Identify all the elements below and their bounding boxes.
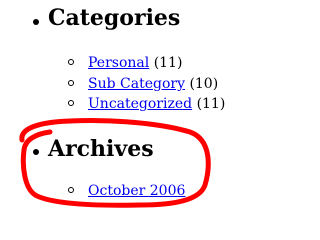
circle-bullet-icon: [68, 80, 74, 86]
category-link-personal[interactable]: Personal: [88, 55, 149, 71]
archive-link-october-2006[interactable]: October 2006: [88, 183, 185, 199]
categories-bullet-icon: [33, 19, 39, 25]
category-link-uncategorized[interactable]: Uncategorized: [88, 96, 192, 112]
circle-bullet-icon: [68, 59, 74, 65]
category-count: (10): [189, 76, 219, 92]
circle-bullet-icon: [68, 100, 74, 106]
archives-heading: Archives: [48, 136, 154, 162]
categories-heading: Categories: [48, 5, 181, 31]
category-link-sub-category[interactable]: Sub Category: [88, 76, 185, 92]
circle-bullet-icon: [68, 187, 74, 193]
category-count: (11): [153, 55, 183, 71]
archives-bullet-icon: [33, 149, 39, 155]
category-count: (11): [196, 96, 226, 112]
